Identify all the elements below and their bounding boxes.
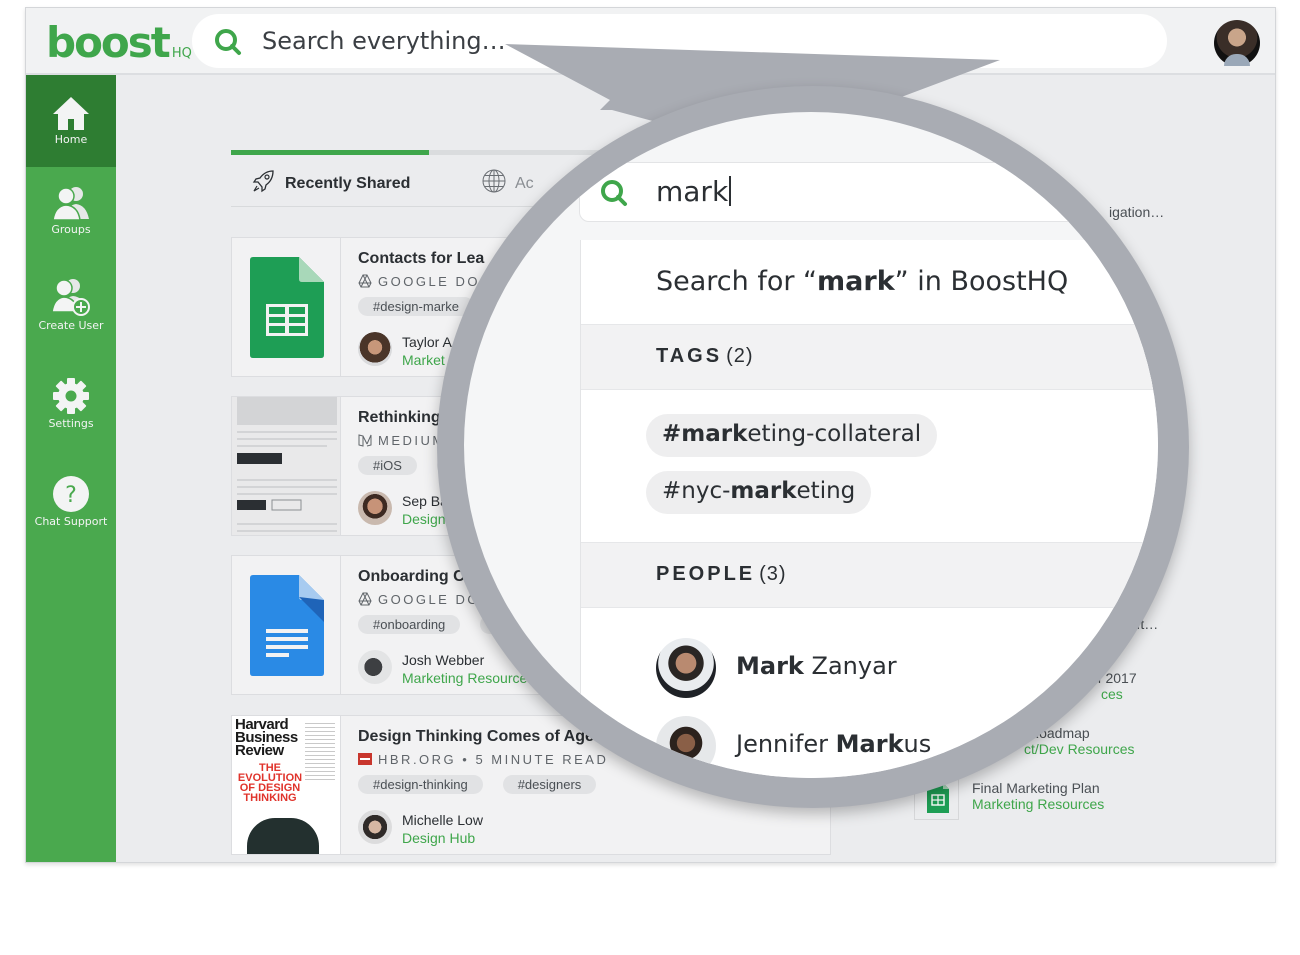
magnified-search-dropdown: mark Search for “mark” in BoostHQ TAGS (2… xyxy=(464,112,1158,778)
tag-match: mark xyxy=(730,478,797,504)
search-for-query: mark xyxy=(817,266,895,297)
tag-rest: eting-collateral xyxy=(747,421,922,447)
person-name: Mark Zanyar xyxy=(736,652,897,680)
tags-section-header: TAGS (2) xyxy=(581,324,1158,390)
person-avatar xyxy=(656,716,716,776)
section-title: PEOPLE xyxy=(656,563,756,585)
search-input[interactable]: mark xyxy=(579,162,1158,222)
person-name: Jennifer Markus xyxy=(736,730,932,758)
people-section-header: PEOPLE (3) xyxy=(581,542,1158,608)
tag-rest: eting xyxy=(796,478,856,504)
person-avatar xyxy=(656,638,716,698)
search-for-suffix: ” in BoostHQ xyxy=(894,266,1069,297)
tag-result[interactable]: #nyc-marketing xyxy=(646,471,872,514)
magnifier-lens: mark Search for “mark” in BoostHQ TAGS (2… xyxy=(464,112,1158,778)
search-query-text: mark xyxy=(656,175,729,208)
tag-prefix: #nyc- xyxy=(662,478,731,504)
tag-match: #mark xyxy=(662,421,748,447)
search-for-prefix: Search for “ xyxy=(656,266,818,297)
tag-result[interactable]: #marketing-collateral xyxy=(646,414,938,457)
search-query: mark xyxy=(656,175,732,208)
section-count: (2) xyxy=(726,345,754,367)
text-cursor xyxy=(729,176,732,206)
section-title: TAGS xyxy=(656,345,723,367)
section-count: (3) xyxy=(759,563,787,585)
search-icon xyxy=(601,180,627,206)
search-results-panel: Search for “mark” in BoostHQ TAGS (2) #ma… xyxy=(580,240,1158,778)
search-for-option[interactable]: Search for “mark” in BoostHQ xyxy=(656,266,1068,297)
